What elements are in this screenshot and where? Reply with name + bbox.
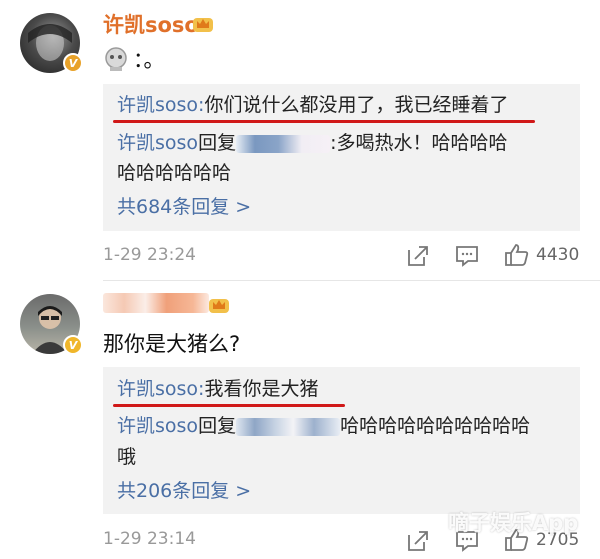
highlight-underline xyxy=(113,404,345,407)
blurred-author-name[interactable] xyxy=(103,293,209,313)
reply-text-continued: 哦 xyxy=(117,446,137,468)
blurred-username xyxy=(236,417,341,436)
blurred-username xyxy=(236,134,331,153)
share-icon[interactable] xyxy=(406,529,430,553)
like-count: 4430 xyxy=(536,245,580,265)
reply-author[interactable]: 许凯soso: xyxy=(117,378,204,400)
reply-item[interactable]: 许凯soso回复 :多喝热水！哈哈哈哈 xyxy=(117,128,507,158)
comment-text: 那你是大猪么? xyxy=(103,332,241,356)
reply-text: 哈哈哈哈哈哈哈哈哈哈 xyxy=(340,415,531,437)
comment-text: ：。 xyxy=(133,48,165,72)
divider xyxy=(103,280,600,281)
reply-text: 你们说什么都没用了，我已经睡着了 xyxy=(204,94,509,116)
reply-text-continued: 哈哈哈哈哈哈 xyxy=(117,162,232,184)
comment-timestamp: 1-29 23:24 xyxy=(103,245,196,265)
reply-author[interactable]: 许凯soso: xyxy=(117,94,204,116)
verified-badge-icon: V xyxy=(63,335,83,355)
highlight-underline xyxy=(113,120,535,123)
verified-badge-icon: V xyxy=(63,53,83,73)
watermark: 嘀子娱乐App xyxy=(448,511,579,535)
reply-item[interactable]: 许凯soso回复 哈哈哈哈哈哈哈哈哈哈 xyxy=(117,411,530,441)
reply-text: :多喝热水！哈哈哈哈 xyxy=(330,132,508,154)
more-replies-link[interactable]: 共206条回复 > xyxy=(117,476,251,506)
reply-author[interactable]: 许凯soso xyxy=(117,415,198,437)
reply-highlight[interactable]: 许凯soso:我看你是大猪 xyxy=(117,374,318,404)
crown-badge-icon xyxy=(209,299,229,313)
reply-highlight[interactable]: 许凯soso:你们说什么都没用了，我已经睡着了 xyxy=(117,90,508,120)
reply-author[interactable]: 许凯soso xyxy=(117,132,198,154)
share-icon[interactable] xyxy=(406,244,430,268)
more-replies-link[interactable]: 共684条回复 > xyxy=(117,192,251,222)
reply-word: 回复 xyxy=(198,415,237,437)
comment-author[interactable]: 许凯soso xyxy=(103,9,199,39)
crown-badge-icon xyxy=(193,18,213,32)
sticker-emoji-icon xyxy=(105,47,127,71)
reply-word: 回复 xyxy=(198,132,237,154)
reply-text: 我看你是大猪 xyxy=(204,378,319,400)
comment-timestamp: 1-29 23:14 xyxy=(103,529,196,549)
like-icon[interactable] xyxy=(504,243,530,267)
comment-icon[interactable] xyxy=(455,244,479,268)
